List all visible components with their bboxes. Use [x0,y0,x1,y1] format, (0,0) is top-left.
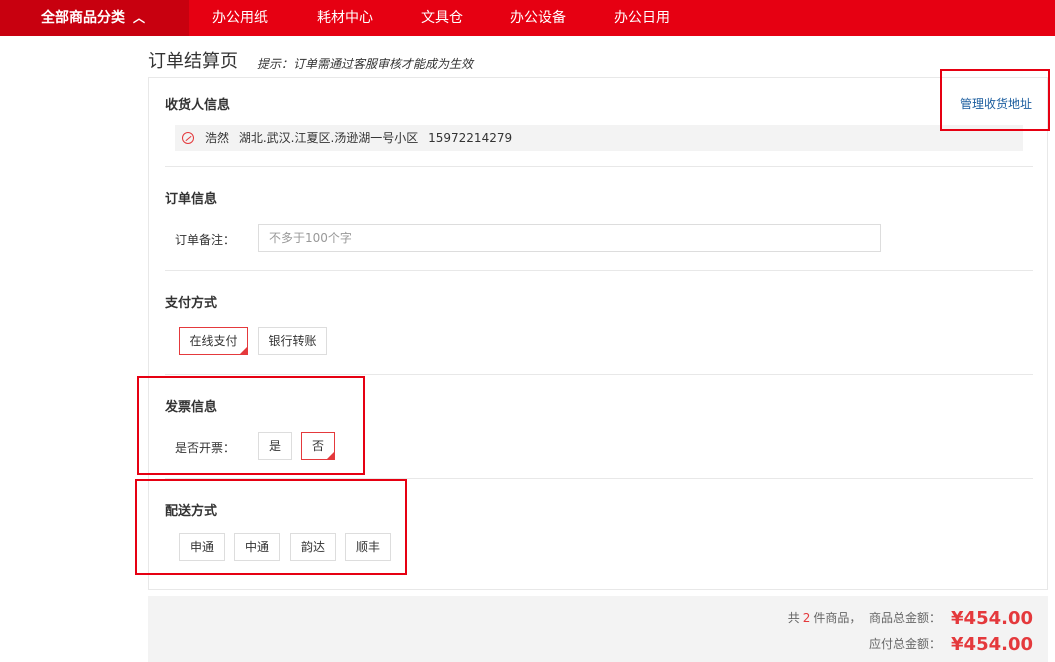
selected-check-icon [182,132,194,144]
page-tip: 提示：订单需通过客服审核才能成为生效 [257,57,474,71]
delivery-option-sto[interactable]: 申通 [179,533,225,561]
top-nav-bar: 全部商品分类 ︿ 办公用纸 耗材中心 文具仓 办公设备 办公日用 [0,0,1055,36]
consignee-section-title: 收货人信息 [165,98,231,113]
remark-input[interactable] [258,224,881,252]
delivery-option-sf[interactable]: 顺丰 [345,533,391,561]
divider [165,166,1033,167]
invoice-option-no[interactable]: 否 [301,432,335,460]
goods-total-amount: ¥454.00 [951,608,1033,629]
item-count-prefix: 共 [787,611,800,625]
goods-total-label: 商品总金额： [869,611,942,625]
invoice-section-title: 发票信息 [165,400,218,415]
nav-item-paper[interactable]: 办公用纸 [212,0,268,36]
payment-section-title: 支付方式 [165,296,218,311]
invoice-option-yes[interactable]: 是 [258,432,292,460]
manage-address-link[interactable]: 管理收货地址 [960,95,1032,112]
all-categories-label: 全部商品分类 [41,10,125,26]
payment-option-bank-transfer[interactable]: 银行转账 [258,327,327,355]
consignee-address: 湖北.武汉.江夏区.汤逊湖一号小区 [238,131,419,145]
consignee-name: 浩然 [205,131,230,145]
invoice-question-label: 是否开票： [175,441,236,455]
payment-option-online[interactable]: 在线支付 [179,327,248,355]
nav-item-equipment[interactable]: 办公设备 [510,0,566,36]
page-title: 订单结算页 [148,51,238,72]
item-count: 2 [802,611,811,625]
checkout-panel: 收货人信息 管理收货地址 浩然 湖北.武汉.江夏区.汤逊湖一号小区 159722… [148,77,1048,590]
divider [165,478,1033,479]
divider [165,270,1033,271]
order-info-section-title: 订单信息 [165,192,218,207]
nav-item-stationery[interactable]: 文具仓 [421,0,463,36]
payable-total-label: 应付总金额： [869,637,942,651]
nav-item-consumables[interactable]: 耗材中心 [317,0,373,36]
goods-total-line: 共 2 件商品， 商品总金额： ¥454.00 [788,608,1033,629]
address-item[interactable]: 浩然 湖北.武汉.江夏区.汤逊湖一号小区 15972214279 [175,125,1023,151]
delivery-option-yunda[interactable]: 韵达 [290,533,336,561]
divider [165,374,1033,375]
item-count-suffix: 件商品， [813,611,862,625]
all-categories-button[interactable]: 全部商品分类 ︿ [0,0,189,36]
delivery-section-title: 配送方式 [165,504,218,519]
payable-total-amount: ¥454.00 [951,634,1033,655]
nav-item-daily-use[interactable]: 办公日用 [614,0,670,36]
order-summary: 共 2 件商品， 商品总金额： ¥454.00 应付总金额： ¥454.00 [148,596,1048,662]
chevron-up-icon: ︿ [133,11,146,25]
remark-label: 订单备注： [175,233,236,247]
payable-total-line: 应付总金额： ¥454.00 [869,634,1033,655]
delivery-option-zto[interactable]: 中通 [234,533,280,561]
consignee-phone: 15972214279 [428,131,513,145]
